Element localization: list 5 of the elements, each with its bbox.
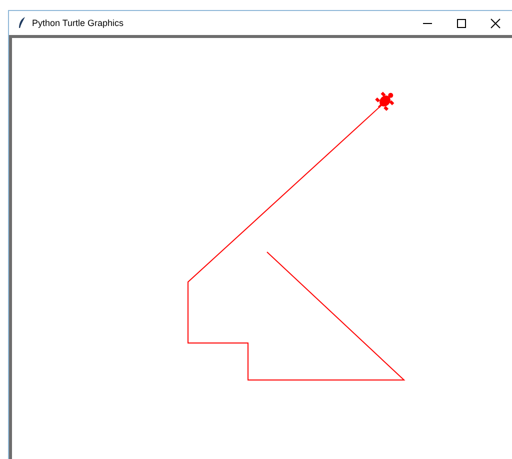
- maximize-icon[interactable]: [456, 18, 466, 28]
- turtle-icon: [375, 92, 394, 111]
- close-icon[interactable]: [490, 18, 500, 28]
- feather-icon: [18, 17, 26, 29]
- window-title: Python Turtle Graphics: [32, 18, 124, 28]
